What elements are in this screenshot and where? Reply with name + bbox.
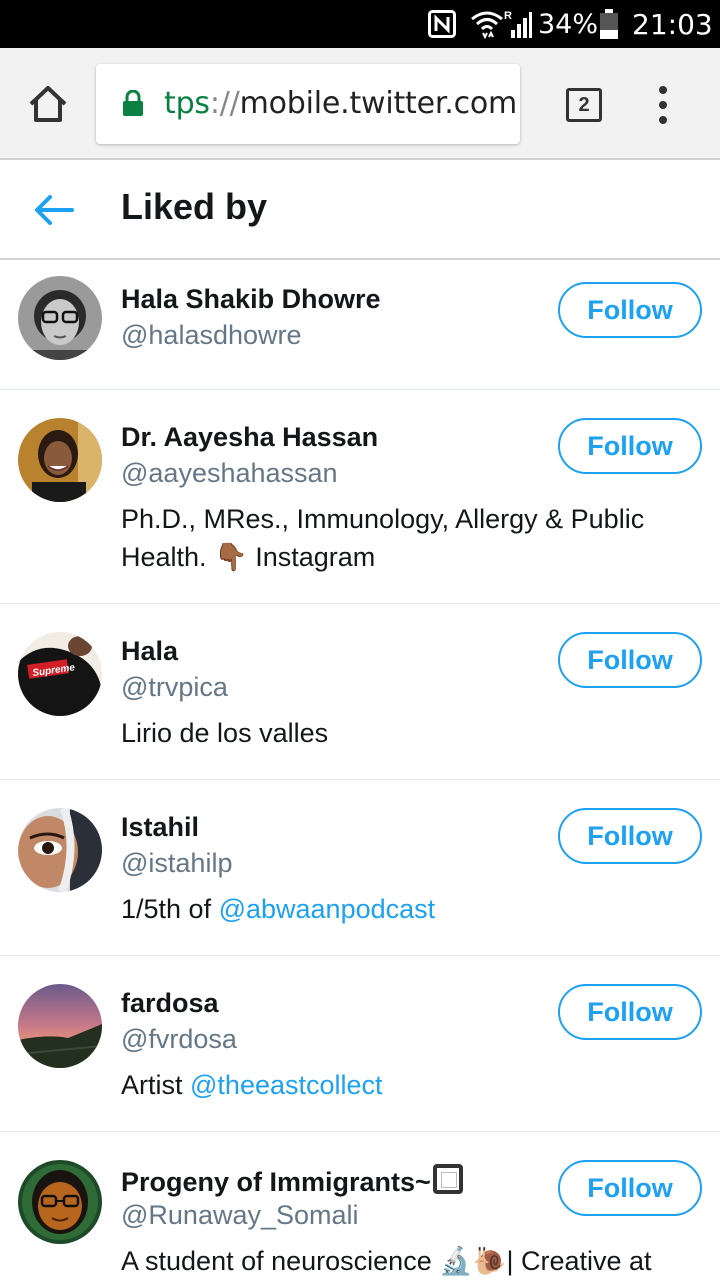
user-name[interactable]: Hala bbox=[121, 636, 178, 667]
avatar[interactable] bbox=[18, 276, 102, 360]
follow-button[interactable]: Follow bbox=[558, 808, 702, 864]
svg-text:R: R bbox=[504, 10, 512, 22]
user-handle: @trvpica bbox=[121, 672, 228, 702]
back-arrow-icon[interactable] bbox=[32, 188, 76, 232]
clock: 21:03 bbox=[632, 7, 713, 41]
user-handle: @halasdhowre bbox=[121, 320, 302, 350]
lock-icon bbox=[122, 89, 144, 116]
user-handle: @Runaway_Somali bbox=[121, 1200, 359, 1230]
bio-text: | Creative at bbox=[506, 1246, 652, 1276]
page-header: Liked by bbox=[0, 160, 720, 260]
user-bio: Lirio de los valles bbox=[121, 718, 329, 748]
avatar[interactable] bbox=[18, 1160, 102, 1244]
avatar[interactable] bbox=[18, 808, 102, 892]
url-separator: :// bbox=[209, 86, 240, 121]
url-bar[interactable]: tps://mobile.twitter.com bbox=[96, 64, 520, 144]
list-item[interactable]: Hala Shakib Dhowre @halasdhowre Follow bbox=[0, 260, 720, 390]
page-title: Liked by bbox=[121, 186, 268, 227]
wifi-icon bbox=[470, 0, 504, 48]
liked-by-list: Hala Shakib Dhowre @halasdhowre Follow D… bbox=[0, 260, 720, 1280]
follow-button[interactable]: Follow bbox=[558, 418, 702, 474]
follow-button[interactable]: Follow bbox=[558, 632, 702, 688]
user-handle: @istahilp bbox=[121, 848, 233, 878]
home-icon[interactable] bbox=[26, 82, 70, 126]
user-name-text: Progeny of Immigrants~ bbox=[121, 1167, 431, 1197]
user-bio: A student of neuroscience 🔬🐌| Creative a… bbox=[121, 1242, 720, 1280]
bio-mention-link[interactable]: @theeastcollect bbox=[190, 1070, 383, 1100]
user-bio: Ph.D., MRes., Immunology, Allergy & Publ… bbox=[121, 500, 681, 576]
bio-text: 1/5th of bbox=[121, 894, 219, 924]
pointing-down-emoji: 👇🏾 bbox=[214, 542, 248, 572]
user-handle: @fvrdosa bbox=[121, 1024, 237, 1054]
avatar[interactable] bbox=[18, 984, 102, 1068]
browser-toolbar: tps://mobile.twitter.com 2 bbox=[0, 48, 720, 160]
user-name[interactable]: fardosa bbox=[121, 988, 219, 1019]
microscope-snail-emoji: 🔬🐌 bbox=[439, 1246, 507, 1276]
user-handle: @aayeshahassan bbox=[121, 458, 338, 488]
signal-icon: R bbox=[503, 0, 533, 48]
nfc-icon bbox=[428, 0, 456, 48]
follow-button[interactable]: Follow bbox=[558, 282, 702, 338]
bio-text: Artist bbox=[121, 1070, 191, 1100]
user-name[interactable]: Dr. Aayesha Hassan bbox=[121, 422, 378, 453]
bio-line: Instagram bbox=[247, 542, 376, 572]
avatar[interactable]: Supreme bbox=[18, 632, 102, 716]
bio-mention-link[interactable]: @abwaanpodcast bbox=[219, 894, 436, 924]
user-name[interactable]: Progeny of Immigrants~ bbox=[121, 1164, 463, 1198]
overflow-menu-icon[interactable] bbox=[650, 86, 676, 124]
url-scheme: tps bbox=[164, 86, 210, 121]
user-bio: Artist @theeastcollect bbox=[121, 1066, 681, 1104]
list-item[interactable]: Supreme Hala @trvpica Lirio de los valle… bbox=[0, 604, 720, 780]
url-host: mobile.twitter.com bbox=[239, 86, 518, 121]
battery-icon bbox=[598, 0, 620, 48]
battery-percent: 34% bbox=[538, 8, 599, 40]
avatar[interactable] bbox=[18, 418, 102, 502]
url-text: tps://mobile.twitter.com bbox=[164, 86, 517, 121]
user-name[interactable]: Istahil bbox=[121, 812, 199, 843]
status-bar: R 34% 21:03 bbox=[0, 0, 720, 48]
tabs-icon[interactable]: 2 bbox=[566, 88, 602, 122]
list-item[interactable]: Progeny of Immigrants~ @Runaway_Somali A… bbox=[0, 1132, 720, 1280]
follow-button[interactable]: Follow bbox=[558, 984, 702, 1040]
follow-button[interactable]: Follow bbox=[558, 1160, 702, 1216]
square-emoji-icon bbox=[432, 1164, 463, 1194]
bio-line: Ph.D., MRes., Immunology, Allergy & Publ… bbox=[121, 504, 645, 534]
user-bio: 1/5th of @abwaanpodcast bbox=[121, 890, 681, 928]
list-item[interactable]: Dr. Aayesha Hassan @aayeshahassan Ph.D.,… bbox=[0, 390, 720, 604]
list-item[interactable]: fardosa @fvrdosa Artist @theeastcollect … bbox=[0, 956, 720, 1132]
list-item[interactable]: Istahil @istahilp 1/5th of @abwaanpodcas… bbox=[0, 780, 720, 956]
user-name[interactable]: Hala Shakib Dhowre bbox=[121, 284, 381, 315]
bio-text: A student of neuroscience bbox=[121, 1246, 440, 1276]
bio-line: Health. bbox=[121, 542, 215, 572]
